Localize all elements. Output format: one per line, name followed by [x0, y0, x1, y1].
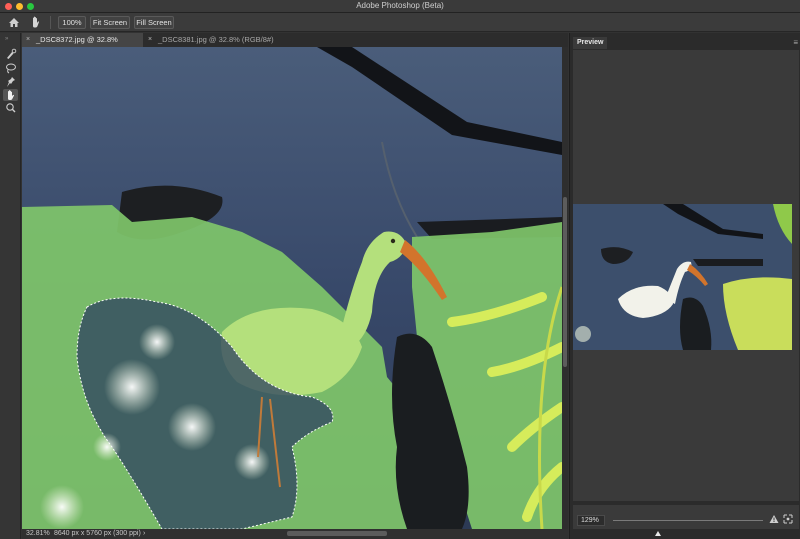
document-tabs: × _DSC8372.jpg @ 32.8% (RGB/8#) × _DSC83… — [22, 33, 568, 58]
status-arrow-icon[interactable]: › — [143, 529, 145, 539]
status-bar: 32.81% 8640 px x 5760 px (300 ppi) › — [22, 529, 568, 539]
options-bar: 100% Fit Screen Fill Screen — [0, 13, 800, 32]
hand-icon[interactable] — [3, 89, 18, 101]
pin-icon[interactable] — [3, 76, 18, 88]
tab-dsc8372[interactable]: × _DSC8372.jpg @ 32.8% (RGB/8#) — [22, 33, 143, 58]
document-canvas[interactable] — [22, 47, 562, 529]
close-tab-icon[interactable]: × — [26, 33, 30, 47]
photo-egret — [22, 47, 562, 529]
title-bar: Adobe Photoshop (Beta) — [0, 0, 800, 13]
fit-view-icon[interactable] — [783, 514, 793, 524]
slider-thumb[interactable] — [655, 531, 661, 536]
preview-panel: Preview ≡ 129% — [569, 33, 800, 539]
close-tab-icon[interactable]: × — [148, 33, 152, 47]
zoom-icon[interactable] — [3, 102, 18, 114]
preview-zoom-slider[interactable] — [613, 520, 763, 536]
panel-menu-icon[interactable]: ≡ — [793, 38, 798, 47]
hand-tool-icon[interactable] — [29, 15, 43, 30]
tab-preview[interactable]: Preview — [573, 37, 608, 49]
tab-label: _DSC8381.jpg @ 32.8% (RGB/8#) — [158, 35, 274, 44]
preview-body — [573, 50, 799, 501]
lasso-icon[interactable] — [3, 62, 18, 74]
app-title: Adobe Photoshop (Beta) — [356, 1, 444, 10]
preview-thumbnail — [573, 204, 792, 350]
quick-selection-brush-icon[interactable] — [3, 48, 18, 60]
status-zoom[interactable]: 32.81% — [26, 529, 50, 539]
divider — [50, 16, 51, 29]
status-doc-info: 8640 px x 5760 px (300 ppi) — [54, 530, 141, 537]
home-icon[interactable] — [7, 16, 21, 29]
zoom-100-button[interactable]: 100% — [58, 16, 86, 29]
fill-screen-button[interactable]: Fill Screen — [134, 16, 174, 29]
fit-screen-button[interactable]: Fit Screen — [90, 16, 130, 29]
preview-footer: 129% — [573, 505, 799, 536]
panel-tabs: Preview ≡ — [570, 37, 800, 49]
canvas-vertical-scrollbar[interactable] — [562, 47, 568, 529]
tools-panel: » — [0, 33, 21, 539]
toolbar-collapse-grip[interactable]: » — [5, 36, 15, 42]
canvas-horizontal-scrollbar[interactable] — [287, 531, 387, 536]
warning-icon[interactable] — [769, 514, 779, 524]
scrollbar-thumb[interactable] — [563, 197, 567, 367]
tab-dsc8381[interactable]: × _DSC8381.jpg @ 32.8% (RGB/8#) — [144, 33, 279, 47]
preview-zoom-field[interactable]: 129% — [577, 515, 605, 526]
